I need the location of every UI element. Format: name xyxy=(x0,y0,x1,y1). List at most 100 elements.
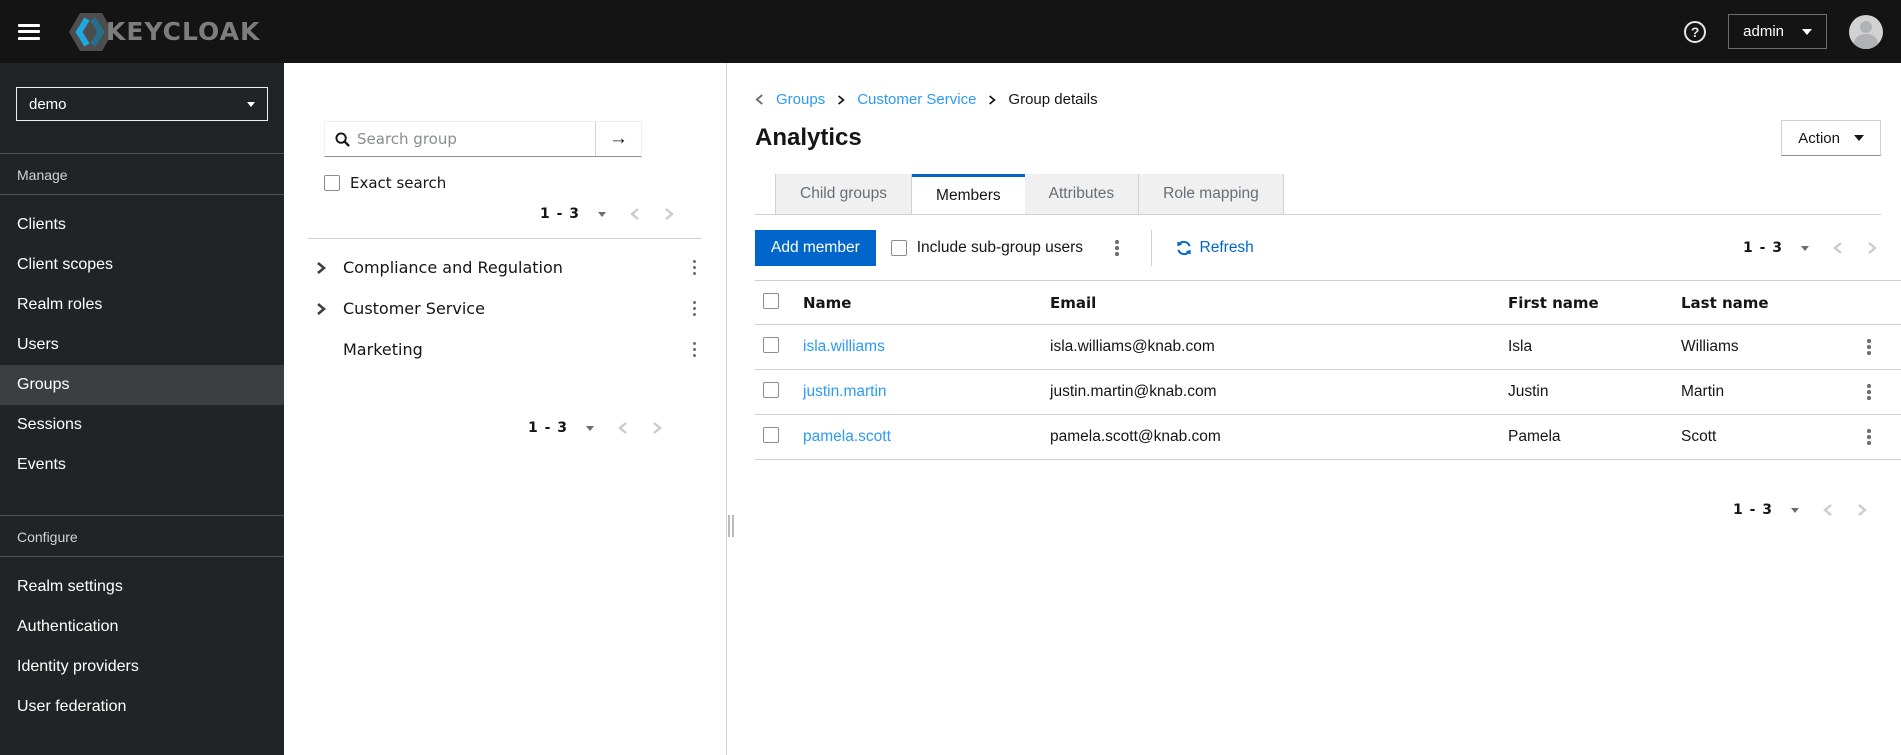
pagination-range[interactable]: 1 - 3 xyxy=(540,206,580,222)
group-details-pane: Groups Customer Service Group details An… xyxy=(735,63,1901,755)
action-dropdown-button[interactable]: Action xyxy=(1781,120,1881,156)
kebab-menu-icon[interactable] xyxy=(1861,425,1891,449)
tab-child-groups[interactable]: Child groups xyxy=(775,174,913,214)
table-row: pamela.scott pamela.scott@knab.com Pamel… xyxy=(755,414,1901,460)
group-link[interactable]: Marketing xyxy=(343,340,423,359)
group-tabs: Child groups Members Attributes Role map… xyxy=(755,174,1881,215)
pagination-range[interactable]: 1 - 3 xyxy=(1733,502,1773,518)
sidebar-item-client-scopes[interactable]: Client scopes xyxy=(0,245,284,285)
sidebar-item-identity-providers[interactable]: Identity providers xyxy=(0,647,284,687)
breadcrumb-back-icon[interactable] xyxy=(755,93,764,106)
kebab-menu-icon[interactable] xyxy=(687,256,703,280)
chevron-down-icon[interactable] xyxy=(1791,507,1799,513)
sidebar-item-realm-settings[interactable]: Realm settings xyxy=(0,567,284,607)
next-page-icon[interactable] xyxy=(1867,241,1877,255)
select-all-checkbox[interactable] xyxy=(763,292,779,309)
brand-text: KEYCLOAK xyxy=(106,17,261,46)
members-table: Name Email First name Last name isla.wil… xyxy=(755,280,1901,460)
prev-page-icon[interactable] xyxy=(618,421,628,435)
row-checkbox[interactable] xyxy=(763,336,779,353)
table-header-row: Name Email First name Last name xyxy=(755,280,1901,325)
tree-pagination-top: 1 - 3 xyxy=(540,206,674,222)
help-icon[interactable]: ? xyxy=(1684,20,1707,43)
kebab-menu-icon[interactable] xyxy=(1861,380,1891,404)
breadcrumb-separator-icon xyxy=(988,94,997,106)
row-checkbox[interactable] xyxy=(763,426,779,443)
refresh-icon xyxy=(1176,240,1191,256)
prev-page-icon[interactable] xyxy=(1833,241,1843,255)
member-first-name: Isla xyxy=(1500,324,1673,370)
pagination-range[interactable]: 1 - 3 xyxy=(1743,240,1783,256)
tab-attributes[interactable]: Attributes xyxy=(1024,174,1140,214)
tab-members[interactable]: Members xyxy=(912,174,1025,214)
member-name-link[interactable]: pamela.scott xyxy=(803,428,891,445)
member-last-name: Williams xyxy=(1673,324,1853,370)
chevron-down-icon[interactable] xyxy=(1801,245,1809,251)
prev-page-icon[interactable] xyxy=(1823,503,1833,517)
column-header-first-name: First name xyxy=(1500,280,1673,325)
sidebar-item-sessions[interactable]: Sessions xyxy=(0,405,284,445)
kebab-menu-icon[interactable] xyxy=(1109,236,1125,260)
column-header-email: Email xyxy=(1042,280,1500,325)
group-tree-row: Marketing xyxy=(284,329,726,370)
sidebar-item-clients[interactable]: Clients xyxy=(0,205,284,245)
breadcrumb-link-groups[interactable]: Groups xyxy=(776,91,825,108)
member-name-link[interactable]: justin.martin xyxy=(803,383,887,400)
keycloak-logo: KEYCLOAK xyxy=(68,11,260,53)
kebab-menu-icon[interactable] xyxy=(687,338,703,362)
group-tree-panel: → Exact search 1 - 3 Compliance and Regu… xyxy=(284,63,726,755)
group-link[interactable]: Customer Service xyxy=(343,299,485,318)
row-checkbox[interactable] xyxy=(763,381,779,398)
member-name-link[interactable]: isla.williams xyxy=(803,338,885,355)
breadcrumb: Groups Customer Service Group details xyxy=(755,91,1881,108)
next-page-icon[interactable] xyxy=(664,207,674,221)
next-page-icon[interactable] xyxy=(652,421,662,435)
masthead: KEYCLOAK ? admin xyxy=(0,0,1901,63)
panel-resize-handle[interactable] xyxy=(726,63,735,755)
member-first-name: Pamela xyxy=(1500,414,1673,460)
exact-search-checkbox[interactable] xyxy=(324,175,340,191)
prev-page-icon[interactable] xyxy=(630,207,640,221)
table-row: justin.martin justin.martin@knab.com Jus… xyxy=(755,369,1901,415)
member-email: isla.williams@knab.com xyxy=(1042,324,1500,370)
realm-selector[interactable]: demo xyxy=(16,87,268,121)
nav-toggle-icon[interactable] xyxy=(18,23,40,40)
user-dropdown[interactable]: admin xyxy=(1728,14,1827,49)
search-group-input[interactable] xyxy=(357,130,585,148)
exact-search-label: Exact search xyxy=(350,174,447,192)
refresh-link[interactable]: Refresh xyxy=(1176,239,1254,257)
group-tree-row: Customer Service xyxy=(284,288,726,329)
refresh-label: Refresh xyxy=(1199,239,1254,256)
table-row: isla.williams isla.williams@knab.com Isl… xyxy=(755,324,1901,370)
chevron-down-icon[interactable] xyxy=(586,425,594,431)
breadcrumb-link-customer-service[interactable]: Customer Service xyxy=(857,91,976,108)
realm-selector-label: demo xyxy=(29,95,67,113)
avatar[interactable] xyxy=(1849,14,1883,49)
sidebar: demo Manage Clients Client scopes Realm … xyxy=(0,63,284,755)
sidebar-item-user-federation[interactable]: User federation xyxy=(0,687,284,727)
kebab-menu-icon[interactable] xyxy=(687,297,703,321)
sidebar-item-groups[interactable]: Groups xyxy=(0,365,284,405)
nav-section-configure: Configure xyxy=(0,516,284,557)
add-member-button[interactable]: Add member xyxy=(755,230,876,266)
breadcrumb-current: Group details xyxy=(1008,91,1098,108)
expand-chevron-icon[interactable] xyxy=(312,261,330,275)
include-subgroups-checkbox[interactable] xyxy=(890,240,907,256)
column-header-name[interactable]: Name xyxy=(795,280,1042,325)
sidebar-item-realm-roles[interactable]: Realm roles xyxy=(0,285,284,325)
expand-chevron-icon[interactable] xyxy=(312,302,330,316)
next-page-icon[interactable] xyxy=(1857,503,1867,517)
pagination-range[interactable]: 1 - 3 xyxy=(528,420,568,436)
group-tree-row: Compliance and Regulation xyxy=(284,247,726,288)
kebab-menu-icon[interactable] xyxy=(1861,335,1891,359)
sidebar-item-authentication[interactable]: Authentication xyxy=(0,607,284,647)
sidebar-item-users[interactable]: Users xyxy=(0,325,284,365)
chevron-down-icon[interactable] xyxy=(598,211,606,217)
tab-role-mapping[interactable]: Role mapping xyxy=(1139,174,1284,214)
user-dropdown-label: admin xyxy=(1743,23,1784,40)
column-header-last-name: Last name xyxy=(1673,280,1853,325)
search-submit-button[interactable]: → xyxy=(595,122,641,156)
group-link[interactable]: Compliance and Regulation xyxy=(343,258,563,277)
tree-pagination-bottom: 1 - 3 xyxy=(528,420,662,436)
sidebar-item-events[interactable]: Events xyxy=(0,445,284,485)
